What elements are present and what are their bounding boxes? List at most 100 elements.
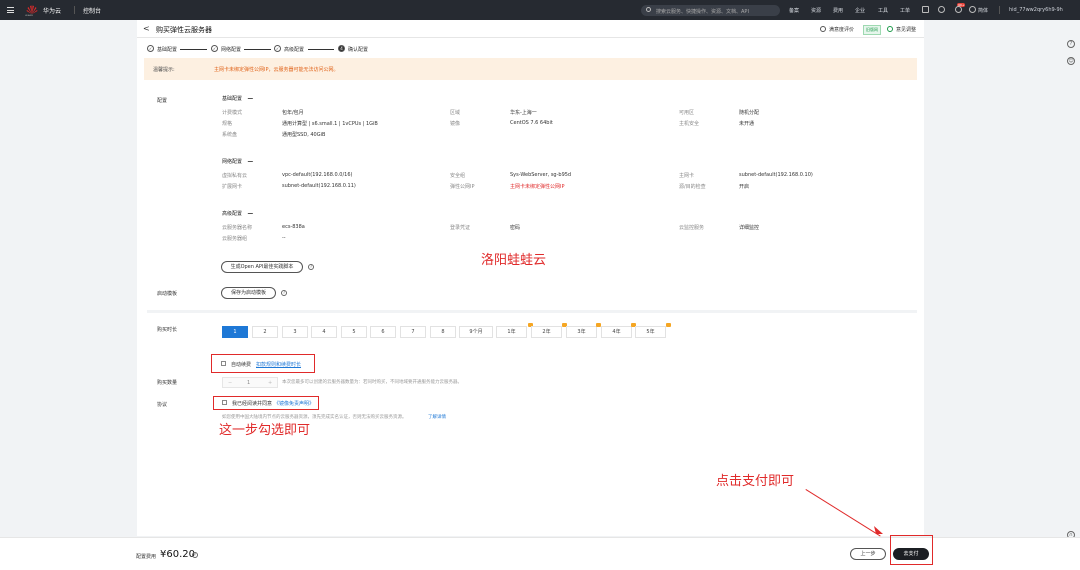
quantity-note: 本次您最多可以创建的云服务器数量为：若同时购买，不同地域要开通服务能力云服务器。 bbox=[282, 380, 462, 385]
bell-icon[interactable] bbox=[938, 6, 945, 13]
page-header: < 购买弹性云服务器 满意度评价 旧版网 意见调整 bbox=[137, 20, 924, 38]
nav-tools[interactable]: 工具 bbox=[878, 7, 888, 14]
qty-value[interactable]: 1 bbox=[247, 380, 250, 386]
disclaimer-link[interactable]: 《镜像免责声明》 bbox=[274, 400, 314, 407]
field-label: 云服务器名称 bbox=[222, 225, 253, 231]
nav-billing[interactable]: 费用 bbox=[833, 7, 843, 14]
nav-filing[interactable]: 备案 bbox=[789, 7, 799, 14]
language-switch[interactable]: 简体 bbox=[978, 7, 988, 14]
warning-notice: 温馨提示: 主网卡未绑定弹性公网IP，云服务器可能无法访问公网。 bbox=[144, 58, 917, 80]
period-option[interactable]: 4年 bbox=[601, 326, 632, 338]
step-check-icon: ✓ bbox=[147, 45, 154, 52]
huawei-logo-icon[interactable] bbox=[26, 5, 38, 15]
smile-icon bbox=[820, 26, 826, 32]
config-section-label: 配置 bbox=[157, 98, 168, 104]
search-input[interactable]: 搜索云服务、快捷操作、资源、文档、API bbox=[641, 5, 780, 16]
price-value: ¥60.20 bbox=[160, 549, 195, 560]
auto-renew-label: 自动续费 bbox=[231, 362, 252, 368]
field-value: 未开通 bbox=[739, 121, 755, 127]
console-link[interactable]: 控制台 bbox=[83, 6, 101, 15]
field-value: CentOS 7.6 64bit bbox=[510, 120, 553, 126]
back-icon[interactable]: < bbox=[143, 24, 150, 33]
notice-label: 温馨提示: bbox=[153, 67, 175, 73]
edit-icon[interactable] bbox=[247, 209, 256, 214]
period-option[interactable]: 9个月 bbox=[459, 326, 493, 338]
period-option[interactable]: 1 bbox=[222, 326, 248, 338]
step-label: 确认配置 bbox=[348, 47, 369, 53]
agreement-checkbox[interactable] bbox=[222, 400, 227, 405]
pay-button[interactable]: 去支付 bbox=[893, 548, 929, 560]
field-value: 华东-上海一 bbox=[510, 110, 537, 116]
network-config-title: 网络配置 bbox=[222, 159, 243, 165]
field-label: 主网卡 bbox=[679, 173, 695, 179]
step-label: 基础配置 bbox=[157, 47, 178, 53]
period-option[interactable]: 2 bbox=[252, 326, 278, 338]
auto-renew-checkbox[interactable] bbox=[221, 361, 226, 366]
old-version-badge[interactable]: 旧版网 bbox=[863, 25, 881, 35]
page-title: 购买弹性云服务器 bbox=[156, 26, 212, 34]
field-value: 随机分配 bbox=[739, 110, 760, 116]
field-label: 主机安全 bbox=[679, 121, 700, 127]
nav-tickets[interactable]: 工单 bbox=[900, 7, 910, 14]
step-check-icon: ✓ bbox=[211, 45, 218, 52]
period-option[interactable]: 2年 bbox=[531, 326, 562, 338]
question-icon[interactable]: ? bbox=[281, 290, 287, 296]
top-navbar: HUAWEI 华为云 控制台 搜索云服务、快捷操作、资源、文档、API 备案 资… bbox=[0, 0, 1080, 20]
satisfaction-link[interactable]: 满意度评价 bbox=[829, 26, 854, 33]
annotation-pay-tip: 点击支付即可 bbox=[716, 474, 795, 489]
generate-api-script-button[interactable]: 生成Open API最佳实践脚本 bbox=[221, 261, 303, 273]
learn-more-link[interactable]: 了解详情 bbox=[428, 414, 446, 420]
template-label: 启动模板 bbox=[157, 291, 178, 297]
screen-icon[interactable] bbox=[922, 6, 929, 13]
step-label: 高级配置 bbox=[284, 47, 305, 53]
field-value: -- bbox=[282, 235, 286, 241]
field-value: subnet-default(192.168.0.11) bbox=[282, 183, 356, 189]
help-side-icon[interactable]: ? bbox=[1067, 40, 1075, 48]
period-option[interactable]: 6 bbox=[370, 326, 396, 338]
auto-renew-rules-link[interactable]: 扣款规则和续费时长 bbox=[256, 361, 301, 368]
account-name[interactable]: hid_77ww2qry6h9-9h bbox=[1009, 7, 1063, 13]
qty-plus-button[interactable]: + bbox=[268, 380, 272, 386]
discount-icon bbox=[666, 323, 671, 327]
question-icon[interactable]: ? bbox=[192, 552, 198, 558]
edit-icon[interactable] bbox=[247, 94, 256, 99]
globe-icon[interactable] bbox=[969, 6, 976, 13]
period-option[interactable]: 4 bbox=[311, 326, 337, 338]
qty-minus-button[interactable]: − bbox=[228, 380, 232, 386]
nav-resources[interactable]: 资源 bbox=[811, 7, 821, 14]
period-option[interactable]: 8 bbox=[430, 326, 456, 338]
field-label: 镜像 bbox=[450, 121, 461, 127]
field-value: 通用型SSD, 40GiB bbox=[282, 132, 326, 138]
period-option[interactable]: 3年 bbox=[566, 326, 597, 338]
feedback-side-icon[interactable]: ☺ bbox=[1067, 57, 1075, 65]
period-option[interactable]: 5 bbox=[341, 326, 367, 338]
field-label: 区域 bbox=[450, 110, 461, 116]
field-label: 云监控服务 bbox=[679, 225, 705, 231]
nav-enterprise[interactable]: 企业 bbox=[855, 7, 865, 14]
watermark-text: 洛阳蛙蛙云 bbox=[481, 253, 547, 268]
quantity-label: 购买数量 bbox=[157, 380, 178, 386]
period-option[interactable]: 7 bbox=[400, 326, 426, 338]
field-value: 开启 bbox=[739, 184, 750, 190]
agreement-text: 我已经阅读并同意 bbox=[232, 401, 273, 407]
field-label: 规格 bbox=[222, 121, 233, 127]
period-option[interactable]: 5年 bbox=[635, 326, 666, 338]
step-connector bbox=[244, 49, 271, 50]
brand-name[interactable]: 华为云 bbox=[43, 6, 61, 15]
save-template-button[interactable]: 保存为启动模板 bbox=[221, 287, 276, 299]
edit-icon[interactable] bbox=[247, 157, 256, 162]
help-icon[interactable] bbox=[955, 6, 962, 13]
feedback-link[interactable]: 意见调整 bbox=[896, 26, 916, 33]
basic-config-title: 基础配置 bbox=[222, 96, 243, 102]
period-option[interactable]: 1年 bbox=[496, 326, 527, 338]
question-icon[interactable]: ? bbox=[308, 264, 314, 270]
divider bbox=[74, 6, 75, 14]
quantity-stepper[interactable]: − 1 + bbox=[222, 377, 278, 388]
previous-step-button[interactable]: 上一步 bbox=[850, 548, 886, 560]
arrow-head-icon bbox=[874, 526, 883, 534]
step-connector bbox=[308, 49, 334, 50]
period-option[interactable]: 3 bbox=[282, 326, 308, 338]
field-label: 虚拟私有云 bbox=[222, 173, 248, 179]
field-label: 安全组 bbox=[450, 173, 466, 179]
menu-icon[interactable] bbox=[7, 7, 14, 13]
